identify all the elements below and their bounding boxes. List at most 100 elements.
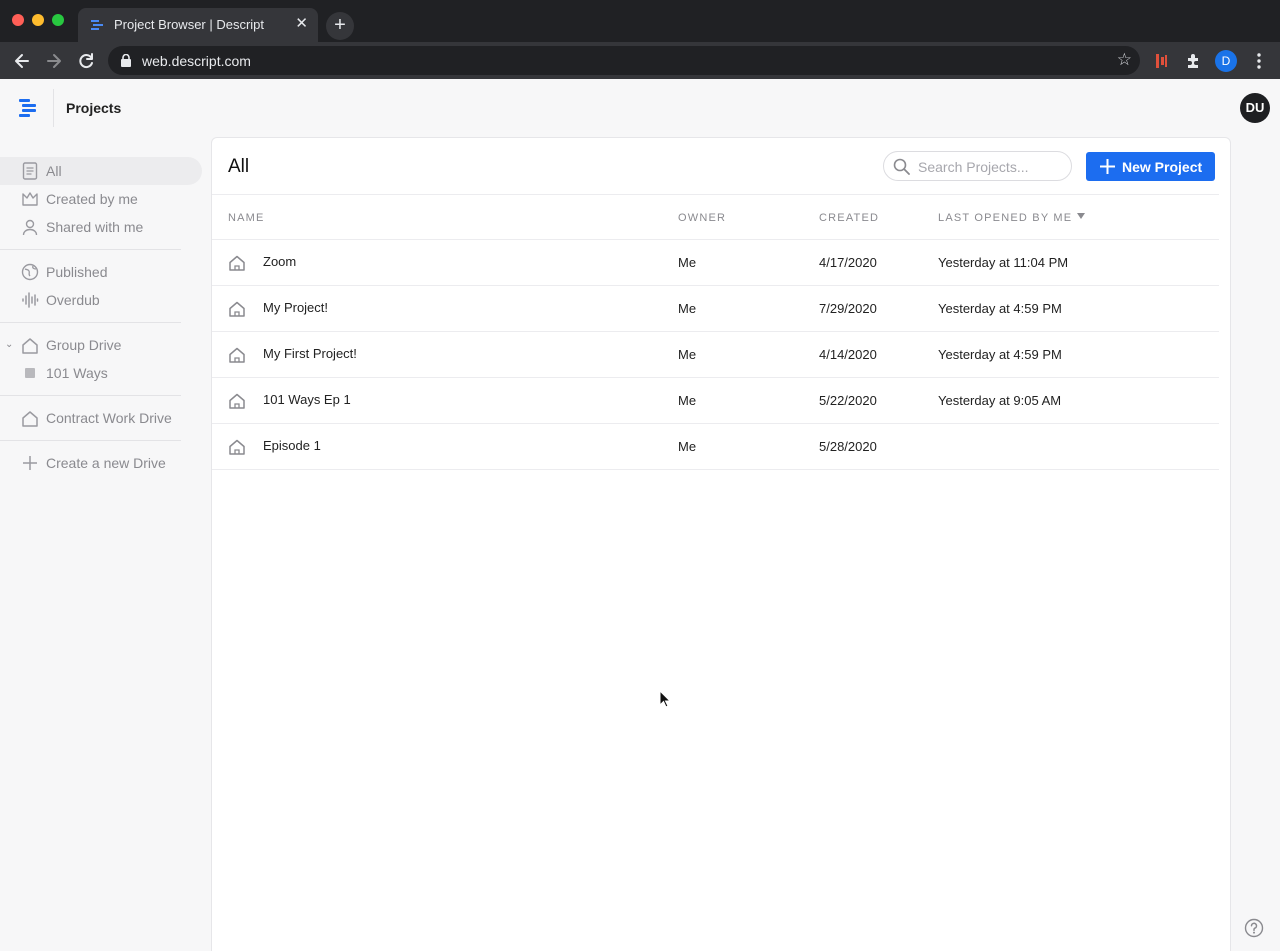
sidebar-item-all[interactable]: All — [0, 157, 202, 185]
descript-favicon-icon — [91, 20, 103, 30]
home-icon — [20, 408, 40, 428]
project-name[interactable]: Zoom — [263, 254, 296, 269]
browser-toolbar: web.descript.com ☆ D — [0, 42, 1280, 79]
project-name[interactable]: 101 Ways Ep 1 — [263, 392, 351, 407]
sidebar-item-101-ways[interactable]: 101 Ways — [0, 359, 202, 387]
project-created: 5/22/2020 — [819, 393, 877, 408]
project-owner: Me — [678, 393, 697, 408]
home-icon — [20, 335, 40, 355]
sidebar-item-published[interactable]: Published — [0, 258, 202, 286]
home-icon — [229, 347, 245, 363]
sidebar-item-label: 101 Ways — [46, 365, 108, 381]
sidebar-item-label: Overdub — [46, 292, 100, 308]
sidebar-divider — [0, 322, 181, 323]
table-row[interactable]: Episode 1 Me 5/28/2020 — [212, 424, 1219, 470]
home-icon — [229, 393, 245, 409]
sidebar-item-label: Published — [46, 264, 108, 280]
sidebar-item-label: Contract Work Drive — [46, 410, 172, 426]
search-icon — [893, 158, 910, 175]
table-row[interactable]: My Project! Me 7/29/2020 Yesterday at 4:… — [212, 286, 1219, 332]
plus-icon — [20, 453, 40, 473]
sidebar-item-overdub[interactable]: Overdub — [0, 286, 202, 314]
home-icon — [229, 439, 245, 455]
person-icon — [20, 217, 40, 237]
project-last-opened: Yesterday at 9:05 AM — [938, 393, 1062, 408]
minimize-window-button[interactable] — [32, 14, 44, 26]
url-text: web.descript.com — [142, 53, 251, 69]
table-row[interactable]: Zoom Me 4/17/2020 Yesterday at 11:04 PM — [212, 240, 1219, 286]
back-arrow-icon[interactable] — [11, 50, 33, 72]
lock-icon — [121, 54, 131, 67]
sidebar-item-label: Created by me — [46, 191, 138, 207]
bookmark-star-icon[interactable]: ☆ — [1117, 51, 1132, 69]
sort-descending-icon — [1077, 213, 1086, 219]
sidebar-item-shared-with-me[interactable]: Shared with me — [0, 213, 202, 241]
header-divider — [53, 89, 54, 127]
column-header-name[interactable]: NAME — [228, 212, 265, 224]
browser-menu-icon[interactable] — [1252, 51, 1266, 71]
sidebar-item-group-drive[interactable]: ⌄ Group Drive — [0, 331, 202, 359]
section-title: All — [228, 156, 250, 177]
sidebar-item-label: Shared with me — [46, 219, 144, 235]
project-owner: Me — [678, 301, 697, 316]
reload-icon[interactable] — [75, 50, 97, 72]
crown-icon — [20, 189, 40, 209]
home-icon — [229, 301, 245, 317]
column-header-owner[interactable]: OWNER — [678, 212, 726, 224]
search-input[interactable] — [918, 157, 1064, 176]
close-window-button[interactable] — [12, 14, 24, 26]
search-box[interactable] — [883, 151, 1072, 181]
descript-extension-icon[interactable] — [1152, 51, 1172, 71]
chevron-down-icon[interactable]: ⌄ — [5, 339, 13, 350]
forward-arrow-icon[interactable] — [43, 50, 65, 72]
create-drive-button[interactable]: Create a new Drive — [0, 449, 202, 477]
project-last-opened: Yesterday at 11:04 PM — [938, 255, 1069, 270]
project-list-panel: All New Project NAME OWNER CREATED LAST … — [211, 137, 1231, 951]
help-icon[interactable] — [1244, 918, 1264, 938]
sidebar-item-label: Create a new Drive — [46, 455, 166, 471]
project-table-body: Zoom Me 4/17/2020 Yesterday at 11:04 PM … — [212, 240, 1219, 470]
sidebar-item-contract-work-drive[interactable]: Contract Work Drive — [0, 404, 202, 432]
address-bar[interactable]: web.descript.com ☆ — [108, 46, 1140, 75]
tab-title: Project Browser | Descript — [114, 17, 265, 32]
table-row[interactable]: My First Project! Me 4/14/2020 Yesterday… — [212, 332, 1219, 378]
tab-close-icon[interactable]: ✕ — [295, 15, 308, 33]
project-owner: Me — [678, 439, 697, 454]
sidebar-item-label: Group Drive — [46, 337, 122, 353]
column-header-last-opened[interactable]: LAST OPENED BY ME — [938, 212, 1086, 224]
sidebar-divider — [0, 440, 181, 441]
new-project-button[interactable]: New Project — [1086, 152, 1215, 181]
project-owner: Me — [678, 255, 697, 270]
project-name[interactable]: My First Project! — [263, 346, 357, 361]
new-project-label: New Project — [1122, 158, 1203, 175]
browser-tab[interactable]: Project Browser | Descript ✕ — [78, 8, 318, 42]
project-owner: Me — [678, 347, 697, 362]
user-avatar[interactable]: DU — [1240, 93, 1270, 123]
column-header-label: LAST OPENED BY ME — [938, 212, 1073, 224]
maximize-window-button[interactable] — [52, 14, 64, 26]
project-name[interactable]: Episode 1 — [263, 438, 321, 453]
browser-profile-avatar[interactable]: D — [1215, 50, 1237, 72]
column-header-created[interactable]: CREATED — [819, 212, 879, 224]
project-name[interactable]: My Project! — [263, 300, 328, 315]
extensions-puzzle-icon[interactable] — [1184, 51, 1204, 71]
descript-logo-icon[interactable] — [18, 97, 38, 119]
sidebar-divider — [0, 249, 181, 250]
waveform-icon — [20, 290, 40, 310]
new-tab-button[interactable]: + — [326, 12, 354, 40]
sidebar-item-created-by-me[interactable]: Created by me — [0, 185, 202, 213]
table-header: NAME OWNER CREATED LAST OPENED BY ME — [212, 194, 1219, 240]
sidebar-divider — [0, 395, 181, 396]
project-created: 4/14/2020 — [819, 347, 877, 362]
globe-icon — [20, 262, 40, 282]
table-row[interactable]: 101 Ways Ep 1 Me 5/22/2020 Yesterday at … — [212, 378, 1219, 424]
project-created: 7/29/2020 — [819, 301, 877, 316]
sidebar-item-label: All — [46, 163, 62, 179]
project-created: 4/17/2020 — [819, 255, 877, 270]
app-header: Projects DU — [0, 79, 1280, 137]
plus-icon — [1100, 159, 1115, 174]
square-icon — [20, 363, 40, 383]
sidebar: All Created by me Shared with me Publish… — [0, 157, 202, 477]
project-last-opened: Yesterday at 4:59 PM — [938, 301, 1062, 316]
page-title: Projects — [66, 100, 122, 116]
